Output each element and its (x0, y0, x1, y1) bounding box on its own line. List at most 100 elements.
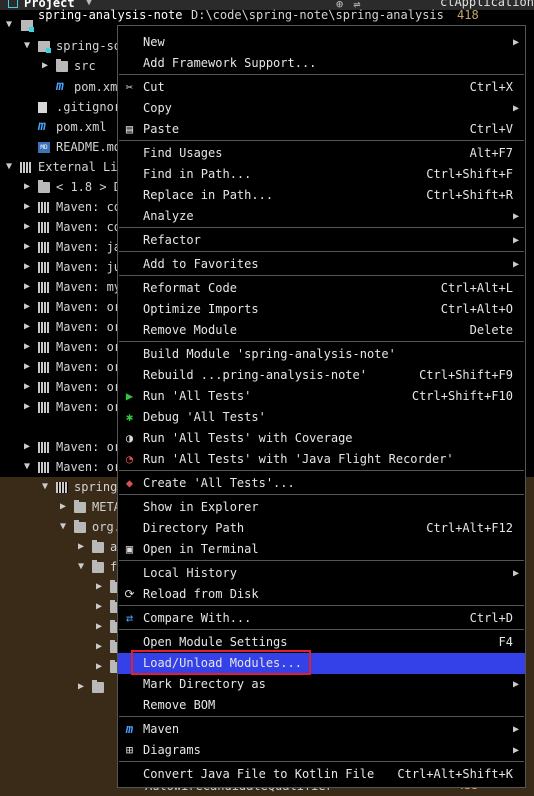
menu-separator (119, 761, 524, 762)
tree-row-label: README.md (56, 140, 122, 154)
menu-item-run-all-tests[interactable]: ▶ Run 'All Tests' Ctrl+Shift+F10 (118, 386, 525, 407)
file-icon (38, 102, 47, 113)
chevron-right-icon[interactable]: ▶ (93, 597, 105, 617)
menu-item-compare-with[interactable]: ⇄ Compare With... Ctrl+D (118, 608, 525, 629)
menu-item-label: Rebuild ...pring-analysis-note' (143, 368, 367, 382)
chevron-right-icon[interactable]: ▶ (21, 317, 33, 337)
chevron-right-icon[interactable]: ▶ (75, 677, 87, 697)
menu-item-analyze[interactable]: Analyze ▶ (118, 206, 525, 227)
menu-item-refactor[interactable]: Refactor ▶ (118, 230, 525, 251)
menu-separator (119, 560, 524, 561)
menu-item-label: Reformat Code (143, 281, 237, 295)
chevron-right-icon[interactable]: ▶ (21, 377, 33, 397)
chevron-down-icon[interactable]: ▼ (3, 15, 15, 35)
menu-item-label: Mark Directory as (143, 677, 266, 691)
menu-item-diagrams[interactable]: ⊞ Diagrams ▶ (118, 740, 525, 761)
chevron-down-icon[interactable]: ▼ (39, 477, 51, 497)
chevron-right-icon[interactable]: ▶ (21, 237, 33, 257)
menu-item-shortcut: Delete (469, 323, 513, 337)
tree-row-label: Maven: or (56, 400, 122, 414)
chevron-right-icon[interactable]: ▶ (93, 617, 105, 637)
chevron-right-icon[interactable]: ▶ (21, 217, 33, 237)
tree-row-label: Maven: ju (56, 260, 122, 274)
menu-item-mark-directory-as[interactable]: Mark Directory as ▶ (118, 674, 525, 695)
menu-item-cut[interactable]: ✂ Cut Ctrl+X (118, 77, 525, 98)
chevron-right-icon[interactable]: ▶ (21, 357, 33, 377)
menu-item-add-framework-support[interactable]: Add Framework Support... (118, 53, 525, 74)
menu-item-shortcut: Ctrl+Shift+F9 (419, 368, 513, 382)
menu-item-local-history[interactable]: Local History ▶ (118, 563, 525, 584)
menu-item-paste[interactable]: ▤ Paste Ctrl+V (118, 119, 525, 140)
menu-item-find-usages[interactable]: Find Usages Alt+F7 (118, 143, 525, 164)
menu-item-rebuild-pring-analysis-note[interactable]: Rebuild ...pring-analysis-note' Ctrl+Shif… (118, 365, 525, 386)
chevron-right-icon[interactable]: ▶ (75, 537, 87, 557)
chevron-right-icon[interactable]: ▶ (21, 257, 33, 277)
menu-item-maven[interactable]: m Maven ▶ (118, 719, 525, 740)
menu-item-optimize-imports[interactable]: Optimize Imports Ctrl+Alt+O (118, 299, 525, 320)
chevron-down-icon[interactable]: ▼ (57, 517, 69, 537)
menu-item-label: Build Module 'spring-analysis-note' (143, 347, 396, 361)
project-icon (8, 0, 18, 8)
menu-item-find-in-path[interactable]: Find in Path... Ctrl+Shift+F (118, 164, 525, 185)
menu-item-label: Create 'All Tests'... (143, 476, 295, 490)
menu-item-copy[interactable]: Copy ▶ (118, 98, 525, 119)
chevron-right-icon[interactable]: ▶ (21, 197, 33, 217)
tree-row-label: Maven: or (56, 340, 122, 354)
chevron-right-icon[interactable]: ▶ (93, 637, 105, 657)
library-icon (38, 242, 50, 253)
menu-item-replace-in-path[interactable]: Replace in Path... Ctrl+Shift+R (118, 185, 525, 206)
menu-item-show-in-explorer[interactable]: Show in Explorer (118, 497, 525, 518)
chevron-right-icon[interactable]: ▶ (93, 577, 105, 597)
tree-row-label: pom.xm (74, 80, 118, 94)
menu-item-label: Run 'All Tests' with Coverage (143, 431, 353, 445)
menu-separator (119, 605, 524, 606)
chevron-right-icon[interactable]: ▶ (57, 497, 69, 517)
menu-item-debug-all-tests[interactable]: ✱ Debug 'All Tests' (118, 407, 525, 428)
library-icon (20, 162, 32, 173)
chevron-right-icon[interactable]: ▶ (21, 177, 33, 197)
menu-item-reformat-code[interactable]: Reformat Code Ctrl+Alt+L (118, 278, 525, 299)
editor-tab-partial[interactable]: ctApplication (440, 0, 534, 9)
chevron-right-icon[interactable]: ▶ (21, 297, 33, 317)
clipboard-icon: ▤ (125, 122, 134, 136)
scissors-icon: ✂ (125, 80, 134, 94)
create-test-icon: ◆ (125, 476, 134, 490)
chevron-down-icon[interactable]: ▼ (75, 557, 87, 577)
chevron-down-icon[interactable]: ▼ (21, 36, 33, 56)
library-icon (38, 262, 50, 273)
chevron-right-icon[interactable]: ▶ (93, 657, 105, 677)
load-unload-modules-focus-box (131, 650, 311, 675)
menu-item-build-module-spring-analysis-note[interactable]: Build Module 'spring-analysis-note' (118, 344, 525, 365)
tree-root-path: D:\code\spring-note\spring-analysis (191, 8, 444, 22)
library-icon (38, 302, 50, 313)
menu-separator (119, 629, 524, 630)
menu-item-shortcut: Ctrl+Alt+F12 (426, 521, 513, 535)
library-icon (38, 282, 50, 293)
menu-item-add-to-favorites[interactable]: Add to Favorites ▶ (118, 254, 525, 275)
chevron-right-icon[interactable]: ▶ (21, 337, 33, 357)
folder-icon (56, 59, 68, 72)
menu-item-remove-bom[interactable]: Remove BOM (118, 695, 525, 716)
menu-item-remove-module[interactable]: Remove Module Delete (118, 320, 525, 341)
menu-item-open-in-terminal[interactable]: ▣ Open in Terminal (118, 539, 525, 560)
submenu-arrow-icon: ▶ (512, 235, 519, 246)
menu-item-reload-from-disk[interactable]: ⟳ Reload from Disk (118, 584, 525, 605)
menu-item-label: Directory Path (143, 521, 245, 535)
chevron-right-icon[interactable]: ▶ (39, 56, 51, 76)
menu-separator (119, 470, 524, 471)
menu-item-create-all-tests[interactable]: ◆ Create 'All Tests'... (118, 473, 525, 494)
menu-item-new[interactable]: New ▶ (118, 32, 525, 53)
menu-item-run-all-tests-with-coverage[interactable]: ◑ Run 'All Tests' with Coverage (118, 428, 525, 449)
debug-icon: ✱ (125, 410, 134, 424)
menu-item-run-all-tests-with-java-flight-recorder[interactable]: ◔ Run 'All Tests' with 'Java Flight Recor… (118, 449, 525, 470)
tree-row-label: < 1.8 > D (56, 180, 122, 194)
menu-item-convert-java-file-to-kotlin-file[interactable]: Convert Java File to Kotlin File Ctrl+Alt… (118, 764, 525, 785)
chevron-right-icon[interactable]: ▶ (21, 277, 33, 297)
chevron-right-icon[interactable]: ▶ (21, 437, 33, 457)
chevron-down-icon[interactable]: ▼ (21, 457, 33, 477)
chevron-down-icon[interactable]: ▼ (3, 157, 15, 177)
menu-item-directory-path[interactable]: Directory Path Ctrl+Alt+F12 (118, 518, 525, 539)
tree-row-label: Maven: or (56, 300, 122, 314)
menu-item-label: Compare With... (143, 611, 252, 625)
chevron-right-icon[interactable]: ▶ (21, 397, 33, 417)
